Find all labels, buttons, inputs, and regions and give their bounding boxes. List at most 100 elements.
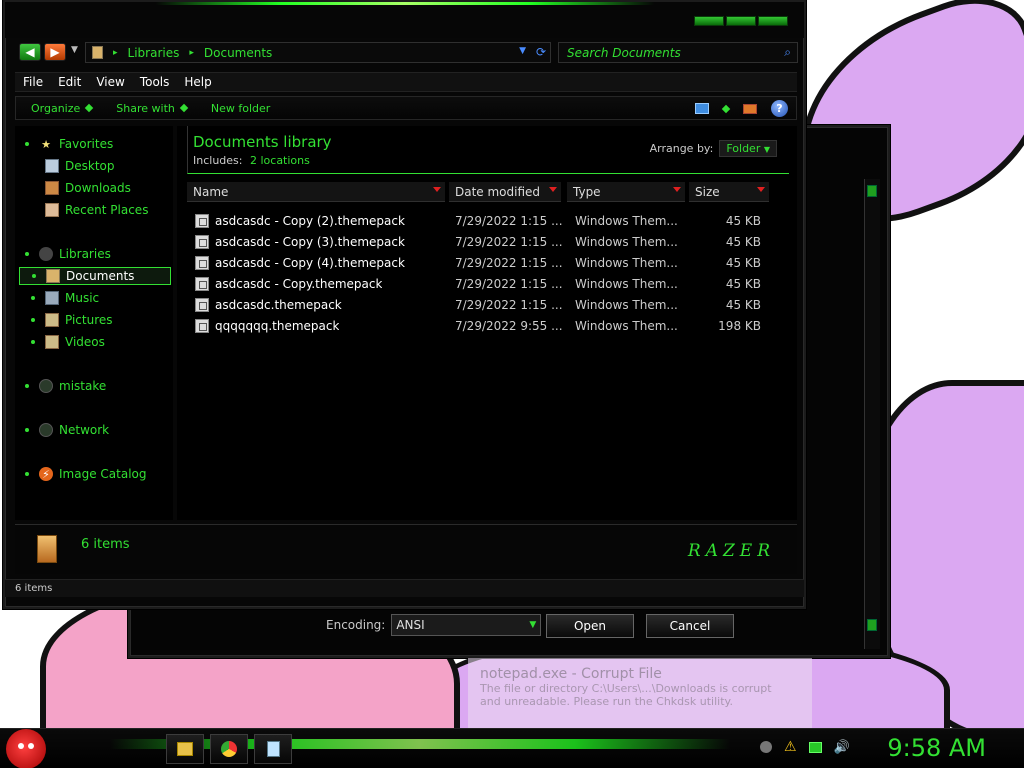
menu-help[interactable]: Help bbox=[184, 75, 211, 89]
arrange-by: Arrange by: Folder ▼ bbox=[650, 140, 777, 157]
organize-button[interactable]: Organize bbox=[31, 101, 94, 115]
title-bar[interactable] bbox=[5, 2, 804, 38]
nav-pictures[interactable]: Pictures bbox=[31, 311, 113, 329]
file-size: 198 KB bbox=[718, 319, 761, 333]
action-center-icon[interactable] bbox=[808, 741, 822, 753]
nav-recent-places[interactable]: Recent Places bbox=[45, 201, 148, 219]
image-catalog-icon: ⚡ bbox=[39, 467, 53, 481]
file-date: 7/29/2022 1:15 ... bbox=[455, 256, 563, 270]
nav-videos[interactable]: Videos bbox=[31, 333, 105, 351]
cancel-button[interactable]: Cancel bbox=[646, 614, 734, 638]
taskbar-notepad-button[interactable] bbox=[254, 734, 292, 764]
column-header-name[interactable]: Name bbox=[187, 182, 445, 202]
column-header-type[interactable]: Type bbox=[567, 182, 685, 202]
themepack-file-icon bbox=[195, 256, 209, 270]
nav-pictures-label: Pictures bbox=[65, 313, 113, 327]
share-with-button[interactable]: Share with bbox=[116, 102, 189, 115]
arrange-by-value: Folder bbox=[726, 142, 761, 155]
themepack-file-icon bbox=[195, 298, 209, 312]
breadcrumb-libraries[interactable]: Libraries bbox=[128, 46, 180, 60]
library-thumbnail-icon bbox=[37, 535, 57, 563]
nav-mistake[interactable]: mistake bbox=[25, 377, 106, 395]
encoding-value: ANSI bbox=[396, 618, 425, 632]
column-size-label: Size bbox=[695, 184, 720, 199]
taskbar-explorer-button[interactable] bbox=[166, 734, 204, 764]
nav-recent-places-label: Recent Places bbox=[65, 203, 149, 217]
search-icon[interactable]: ⌕ bbox=[784, 45, 791, 60]
nav-favorites[interactable]: ★ Favorites bbox=[25, 135, 113, 153]
table-row[interactable]: asdcasdc - Copy (2).themepack 7/29/2022 … bbox=[193, 212, 773, 232]
volume-icon[interactable]: 🔊 bbox=[834, 740, 850, 755]
back-button[interactable]: ◀ bbox=[19, 43, 41, 61]
open-button[interactable]: Open bbox=[546, 614, 634, 638]
close-button[interactable] bbox=[758, 16, 788, 26]
start-button[interactable] bbox=[6, 729, 46, 768]
dialog-scrollbar[interactable] bbox=[864, 179, 880, 649]
file-size: 45 KB bbox=[725, 298, 761, 312]
table-row[interactable]: asdcasdc - Copy.themepack 7/29/2022 1:15… bbox=[193, 275, 773, 295]
table-row[interactable]: asdcasdc - Copy (4).themepack 7/29/2022 … bbox=[193, 254, 773, 274]
address-row: ◀ ▶ ▼ ▸ Libraries ▸ Documents ▼ ⟳ ⌕ bbox=[17, 42, 798, 64]
nav-libraries[interactable]: Libraries bbox=[25, 245, 111, 263]
recent-pages-dropdown[interactable]: ▼ bbox=[71, 45, 78, 55]
table-row[interactable]: qqqqqqq.themepack 7/29/2022 9:55 ... Win… bbox=[193, 317, 773, 337]
warning-icon[interactable]: ⚠ bbox=[784, 739, 797, 755]
column-header-date[interactable]: Date modified bbox=[449, 182, 561, 202]
change-view-icon[interactable] bbox=[695, 103, 709, 114]
downloads-icon bbox=[45, 181, 59, 195]
table-row[interactable]: asdcasdc - Copy (3).themepack 7/29/2022 … bbox=[193, 233, 773, 253]
address-dropdown-icon[interactable]: ▼ bbox=[519, 46, 526, 56]
refresh-icon[interactable]: ⟳ bbox=[536, 45, 546, 59]
file-type: Windows Them... bbox=[575, 214, 678, 228]
sort-arrow-icon bbox=[673, 187, 681, 192]
address-bar[interactable]: ▸ Libraries ▸ Documents ▼ ⟳ bbox=[85, 42, 551, 63]
sort-arrow-icon bbox=[757, 187, 765, 192]
expand-icon bbox=[31, 318, 35, 322]
encoding-label: Encoding: bbox=[326, 618, 386, 632]
preview-pane-icon[interactable] bbox=[743, 103, 757, 114]
tray-app-icon[interactable] bbox=[760, 741, 772, 753]
nav-network[interactable]: Network bbox=[25, 421, 109, 439]
maximize-button[interactable] bbox=[726, 16, 756, 26]
forward-button[interactable]: ▶ bbox=[44, 43, 66, 61]
nav-downloads[interactable]: Downloads bbox=[45, 179, 131, 197]
nav-documents[interactable]: Documents bbox=[19, 267, 171, 285]
menu-file[interactable]: File bbox=[23, 75, 43, 89]
taskbar-chrome-button[interactable] bbox=[210, 734, 248, 764]
taskbar: ⚠ 🔊 9:58 AM bbox=[0, 728, 1024, 768]
nav-desktop[interactable]: Desktop bbox=[45, 157, 115, 175]
organize-label: Organize bbox=[31, 101, 81, 115]
menu-view[interactable]: View bbox=[96, 75, 124, 89]
encoding-select[interactable]: ANSI ▼ bbox=[391, 614, 542, 636]
corrupt-file-notification[interactable]: notepad.exe - Corrupt File The file or d… bbox=[468, 658, 812, 730]
menu-edit[interactable]: Edit bbox=[58, 75, 81, 89]
clock-time[interactable]: 9:58 AM bbox=[887, 734, 986, 762]
view-dropdown-icon[interactable] bbox=[721, 104, 731, 113]
nav-videos-label: Videos bbox=[65, 335, 105, 349]
expand-icon bbox=[25, 142, 29, 146]
nav-image-catalog[interactable]: ⚡ Image Catalog bbox=[25, 465, 146, 483]
window-controls bbox=[694, 16, 788, 26]
nav-favorites-label: Favorites bbox=[59, 137, 114, 151]
file-date: 7/29/2022 1:15 ... bbox=[455, 235, 563, 249]
breadcrumb-documents[interactable]: Documents bbox=[204, 46, 272, 60]
homegroup-icon bbox=[39, 379, 53, 393]
menu-tools[interactable]: Tools bbox=[140, 75, 170, 89]
column-header-size[interactable]: Size bbox=[689, 182, 769, 202]
column-date-label: Date modified bbox=[455, 184, 541, 199]
file-date: 7/29/2022 1:15 ... bbox=[455, 298, 563, 312]
desktop-icon bbox=[45, 159, 59, 173]
locations-link[interactable]: 2 locations bbox=[250, 154, 310, 167]
file-size: 45 KB bbox=[725, 214, 761, 228]
column-type-label: Type bbox=[573, 184, 601, 199]
help-icon[interactable]: ? bbox=[771, 100, 788, 117]
file-type: Windows Them... bbox=[575, 319, 678, 333]
nav-music[interactable]: Music bbox=[31, 289, 99, 307]
arrange-by-dropdown[interactable]: Folder ▼ bbox=[719, 140, 777, 157]
table-row[interactable]: asdcasdc.themepack 7/29/2022 1:15 ... Wi… bbox=[193, 296, 773, 316]
search-input[interactable] bbox=[567, 45, 767, 60]
minimize-button[interactable] bbox=[694, 16, 724, 26]
pictures-icon bbox=[45, 313, 59, 327]
new-folder-button[interactable]: New folder bbox=[211, 102, 270, 115]
system-tray: ⚠ 🔊 bbox=[760, 739, 850, 755]
